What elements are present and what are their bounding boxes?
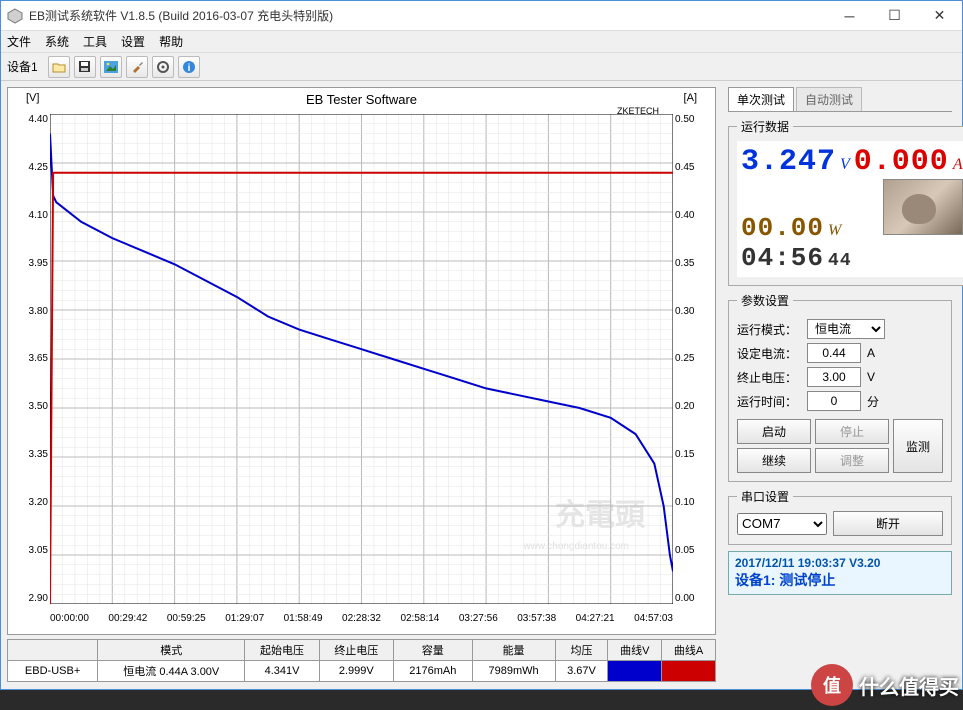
com-select[interactable]: COM7 [737, 513, 827, 535]
menubar: 文件 系统 工具 设置 帮助 [1, 31, 962, 53]
y-right-ticks: 0.500.450.400.350.300.250.200.150.100.05… [675, 114, 705, 604]
chart-area: EB Tester Software [V] [A] ZKETECH 充電頭 w… [1, 81, 722, 689]
setcurrent-unit: A [867, 346, 875, 360]
stop-button[interactable]: 停止 [815, 419, 889, 444]
continue-button[interactable]: 继续 [737, 448, 811, 473]
badge-icon: 值 [811, 664, 853, 706]
time-value: 04:56 [741, 243, 824, 273]
params-group: 参数设置 运行模式： 恒电流 设定电流： A 终止电压： V 运行时间： [728, 292, 952, 482]
menu-help[interactable]: 帮助 [159, 33, 183, 50]
svg-text:i: i [187, 63, 190, 74]
titlebar: EB测试系统软件 V1.8.5 (Build 2016-03-07 充电头特别版… [1, 1, 962, 31]
left-axis-unit: [V] [26, 92, 39, 104]
cell-curve-v [608, 661, 662, 682]
serial-group: 串口设置 COM7 断开 [728, 488, 952, 545]
chart-title: EB Tester Software [8, 92, 715, 107]
toolbar: 设备1 i [1, 53, 962, 81]
y-left-ticks: 4.404.254.103.953.803.653.503.353.203.05… [18, 114, 48, 604]
cell-vavg: 3.67V [555, 661, 608, 682]
setcurrent-input[interactable] [807, 343, 861, 363]
table-row: EBD-USB+ 恒电流 0.44A 3.00V 4.341V 2.999V 2… [8, 661, 716, 682]
run-data-group: 运行数据 3.247 V 0.000 A 00.00 W [728, 118, 963, 286]
minimize-button[interactable]: ─ [827, 1, 872, 30]
corner-badge: 值 什么值得买 [811, 664, 959, 706]
power-value: 00.00 [741, 213, 824, 243]
right-axis-unit: [A] [684, 92, 697, 104]
plot-svg [50, 114, 673, 604]
menu-file[interactable]: 文件 [7, 33, 31, 50]
vstop-unit: V [867, 370, 875, 384]
test-tabs: 单次测试 自动测试 [728, 87, 952, 112]
menu-settings[interactable]: 设置 [121, 33, 145, 50]
window-title: EB测试系统软件 V1.8.5 (Build 2016-03-07 充电头特别版… [29, 7, 827, 24]
cell-vend: 2.999V [319, 661, 393, 682]
menu-tools[interactable]: 工具 [83, 33, 107, 50]
vstop-input[interactable] [807, 367, 861, 387]
image-icon[interactable] [100, 56, 122, 78]
status-box: 2017/12/11 19:03:37 V3.20 设备1: 测试停止 [728, 551, 952, 595]
voltage-unit: V [840, 156, 850, 174]
thumbnail-image [883, 179, 963, 235]
chart-box: EB Tester Software [V] [A] ZKETECH 充電頭 w… [7, 87, 716, 635]
app-window: EB测试系统软件 V1.8.5 (Build 2016-03-07 充电头特别版… [0, 0, 963, 690]
status-timestamp: 2017/12/11 19:03:37 [735, 556, 846, 570]
params-legend: 参数设置 [737, 292, 793, 309]
cell-curve-a [662, 661, 716, 682]
cell-mode: 恒电流 0.44A 3.00V [98, 661, 245, 682]
runtime-input[interactable] [807, 391, 861, 411]
save-icon[interactable] [74, 56, 96, 78]
close-button[interactable]: ✕ [917, 1, 962, 30]
menu-system[interactable]: 系统 [45, 33, 69, 50]
table-header-row: 模式起始电压终止电压容量能量均压曲线V曲线A [8, 640, 716, 661]
status-version: V3.20 [849, 556, 880, 570]
help-icon[interactable]: i [178, 56, 200, 78]
time-sec: 44 [828, 251, 852, 271]
mode-label: 运行模式： [737, 321, 801, 338]
tools-icon[interactable] [126, 56, 148, 78]
app-icon [7, 8, 23, 24]
data-table: 模式起始电压终止电压容量能量均压曲线V曲线A EBD-USB+ 恒电流 0.44… [7, 639, 716, 689]
tab-auto[interactable]: 自动测试 [796, 87, 862, 111]
cell-name: EBD-USB+ [8, 661, 98, 682]
settings-gear-icon[interactable] [152, 56, 174, 78]
current-unit: A [953, 156, 963, 174]
vstop-label: 终止电压： [737, 369, 801, 386]
mode-select[interactable]: 恒电流 [807, 319, 885, 339]
open-icon[interactable] [48, 56, 70, 78]
side-panel: 单次测试 自动测试 运行数据 3.247 V 0.000 A 00.0 [722, 81, 962, 689]
power-unit: W [828, 222, 841, 240]
disconnect-button[interactable]: 断开 [833, 511, 943, 536]
device-label: 设备1 [7, 58, 38, 75]
serial-legend: 串口设置 [737, 488, 793, 505]
run-legend: 运行数据 [737, 118, 793, 135]
start-button[interactable]: 启动 [737, 419, 811, 444]
maximize-button[interactable]: ☐ [872, 1, 917, 30]
voltage-value: 3.247 [741, 145, 836, 179]
runtime-label: 运行时间： [737, 393, 801, 410]
status-device: 设备1: 测试停止 [735, 570, 945, 590]
current-value: 0.000 [854, 145, 949, 179]
cell-cap: 2176mAh [393, 661, 472, 682]
cell-vstart: 4.341V [245, 661, 319, 682]
badge-text: 什么值得买 [859, 671, 959, 700]
runtime-unit: 分 [867, 393, 879, 410]
x-ticks: 00:00:0000:29:4200:59:2501:29:0701:58:49… [50, 613, 673, 624]
setcurrent-label: 设定电流： [737, 345, 801, 362]
cell-energy: 7989mWh [472, 661, 555, 682]
adjust-button[interactable]: 调整 [815, 448, 889, 473]
tab-single[interactable]: 单次测试 [728, 87, 794, 111]
monitor-button[interactable]: 监测 [893, 419, 943, 473]
